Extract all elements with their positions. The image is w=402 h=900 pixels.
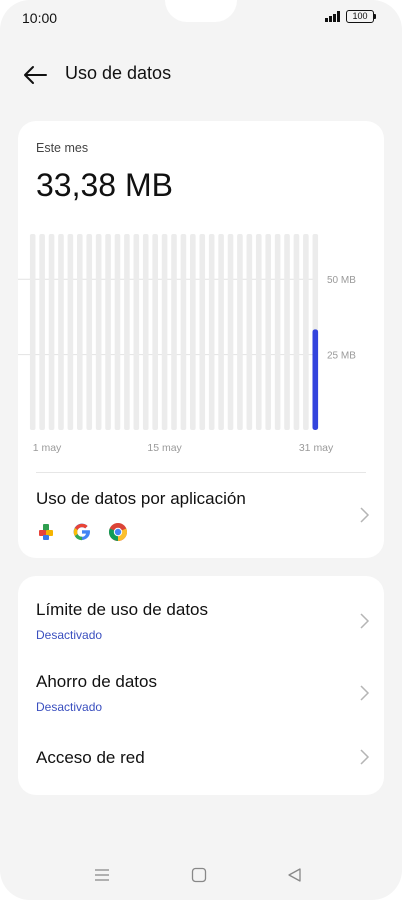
bar-track [86,234,93,430]
bar-track [180,234,187,430]
battery-icon: 100 [346,10,376,23]
home-icon [191,867,207,883]
bar-track [39,234,45,430]
menu-icon [95,869,109,881]
puzzle-app-icon [39,524,53,540]
data-saver-status: Desactivado [36,700,103,714]
chevron-right-icon [360,613,370,629]
x-tick-label: 1 may [33,442,62,454]
data-limit-row[interactable]: Límite de uso de datos Desactivado [18,586,384,656]
bar-track [161,234,168,430]
bar-track [77,234,83,430]
x-tick-label: 15 may [147,442,182,454]
bar-track [293,234,300,430]
bar-track [124,234,130,430]
bar-track [265,234,271,430]
data-saver-title: Ahorro de datos [36,672,157,691]
phone-screen: 10:00 100 Uso de datos Este mes 33,38 MB… [0,0,402,900]
bar-track [199,234,206,430]
daily-usage-chart: 50 MB 25 MB 1 may 15 may 31 may [18,234,356,454]
camera-notch [165,0,237,22]
app-usage-title: Uso de datos por aplicación [36,489,246,508]
chrome-icon [108,523,128,541]
y-tick-label: 50 MB [327,275,356,286]
back-triangle-icon [288,868,301,882]
network-access-title: Acceso de red [36,748,145,767]
google-icon [73,523,90,541]
settings-card: Límite de uso de datos Desactivado Ahorr… [18,576,384,795]
usage-summary-card: Este mes 33,38 MB 50 MB 25 MB 1 may 15 may 3… [18,121,384,558]
bar-track [255,234,262,430]
status-time: 10:00 [22,10,58,26]
app-usage-row[interactable]: Uso de datos por aplicación [18,473,384,557]
bar-track [105,234,111,430]
bar-track [142,234,149,430]
bar-track [208,234,215,430]
y-tick-label: 25 MB [327,351,356,362]
data-limit-status: Desactivado [36,628,103,642]
bar-track [284,234,290,430]
bar-track [67,234,74,430]
bar-track [274,234,281,430]
app-icons [36,522,128,542]
bar-track [58,234,64,430]
back-button[interactable] [22,63,48,87]
bar-track [152,234,158,430]
bar-track [246,234,253,430]
bar-track [29,234,36,430]
data-saver-row[interactable]: Ahorro de datos Desactivado [18,658,384,728]
arrow-left-icon [24,66,47,84]
home-button[interactable] [186,862,212,888]
bar-track [171,234,177,430]
chevron-right-icon [360,749,370,765]
network-access-row[interactable]: Acceso de red [18,730,384,788]
data-limit-title: Límite de uso de datos [36,600,209,619]
chevron-right-icon [360,507,370,523]
recent-apps-button[interactable] [89,862,115,888]
bar-track [227,234,234,430]
bar-track [190,234,196,430]
bar-track [237,234,243,430]
status-indicators: 100 [325,10,376,23]
signal-icon [325,11,340,22]
bar-day-31 [312,329,319,430]
chevron-right-icon [360,685,370,701]
page-title: Uso de datos [65,63,172,83]
bar-track [133,234,140,430]
x-tick-label: 31 may [299,442,334,454]
bar-track [218,234,224,430]
navigation-bar [0,862,402,888]
bar-track [48,234,55,430]
back-nav-button[interactable] [281,862,307,888]
bar-track [303,234,309,430]
bar-track [114,234,121,430]
bar-track [95,234,102,430]
